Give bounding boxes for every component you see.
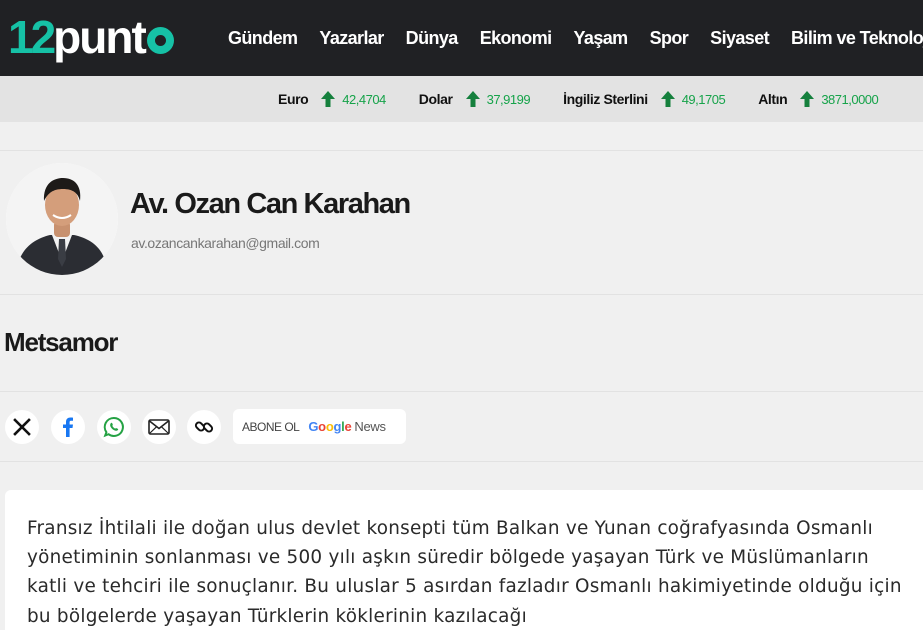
ticker-name: Altın xyxy=(758,91,788,107)
nav-link-yasam[interactable]: Yaşam xyxy=(574,28,629,49)
author-name[interactable]: Av. Ozan Can Karahan xyxy=(130,188,411,221)
ticker-value: 37,9199 xyxy=(486,91,531,107)
arrow-up-icon xyxy=(800,91,815,107)
ticker-value: 42,4704 xyxy=(342,91,386,107)
article-title: Metsamor xyxy=(4,327,118,357)
article-header: Metsamor xyxy=(0,294,923,392)
ticker-item-dolar: Dolar 37,9199 xyxy=(418,90,531,108)
currency-ticker: Euro 42,4704 Dolar 37,9199 İngiliz Sterl… xyxy=(0,76,923,122)
link-icon xyxy=(194,421,214,433)
copy-link-button[interactable] xyxy=(187,410,221,444)
ticker-value: 49,1705 xyxy=(681,91,726,107)
ticker-name: Euro xyxy=(278,91,309,107)
nav-link-spor[interactable]: Spor xyxy=(650,28,689,49)
main-menu: Gündem Yazarlar Dünya Ekonomi Yaşam Spor… xyxy=(228,0,923,76)
arrow-up-icon xyxy=(465,91,480,107)
author-card: Av. Ozan Can Karahan av.ozancankarahan@g… xyxy=(0,150,923,290)
nav-link-dunya[interactable]: Dünya xyxy=(406,28,459,49)
arrow-up-icon xyxy=(321,91,336,107)
ticker-item-sterlin: İngiliz Sterlini 49,1705 xyxy=(563,90,726,108)
arrow-up-icon xyxy=(660,91,675,107)
article-body: Fransız İhtilali ile doğan ulus devlet k… xyxy=(5,490,923,630)
logo-o-mark xyxy=(146,26,174,54)
subscribe-label: ABONE OL xyxy=(242,419,300,434)
mail-icon xyxy=(148,419,170,435)
share-x-button[interactable] xyxy=(5,410,39,444)
top-navigation-bar: 12 punt Gündem Yazarlar Dünya Ekonomi Ya… xyxy=(0,0,923,76)
author-photo xyxy=(6,163,118,275)
logo-number: 12 xyxy=(8,11,56,63)
facebook-icon xyxy=(63,417,73,437)
x-icon xyxy=(13,418,31,436)
nav-link-bilim-teknoloji[interactable]: Bilim ve Teknoloji xyxy=(791,28,923,49)
article-paragraph: Fransız İhtilali ile doğan ulus devlet k… xyxy=(27,518,902,627)
author-avatar[interactable] xyxy=(6,163,118,275)
ticker-name: İngiliz Sterlini xyxy=(563,91,648,107)
logo-word: punt xyxy=(53,11,147,63)
nav-link-ekonomi[interactable]: Ekonomi xyxy=(480,28,552,49)
ticker-item-euro: Euro 42,4704 xyxy=(278,90,386,108)
nav-link-gundem[interactable]: Gündem xyxy=(228,28,298,49)
google-news-subscribe-button[interactable]: ABONE OL Google News xyxy=(233,409,406,444)
ticker-value: 3871,0000 xyxy=(821,91,879,107)
author-email[interactable]: av.ozancankarahan@gmail.com xyxy=(131,235,320,251)
share-email-button[interactable] xyxy=(142,410,176,444)
nav-link-siyaset[interactable]: Siyaset xyxy=(710,28,769,49)
share-bar: ABONE OL Google News xyxy=(0,392,923,462)
site-logo[interactable]: 12 punt xyxy=(8,10,174,64)
share-facebook-button[interactable] xyxy=(51,410,85,444)
ticker-item-altin: Altın 3871,0000 xyxy=(758,90,879,108)
google-logo-text: Google xyxy=(308,419,352,434)
news-label: News xyxy=(354,419,386,434)
whatsapp-icon xyxy=(103,416,124,438)
share-whatsapp-button[interactable] xyxy=(97,410,131,444)
nav-link-yazarlar[interactable]: Yazarlar xyxy=(319,28,384,49)
ticker-name: Dolar xyxy=(418,91,453,107)
